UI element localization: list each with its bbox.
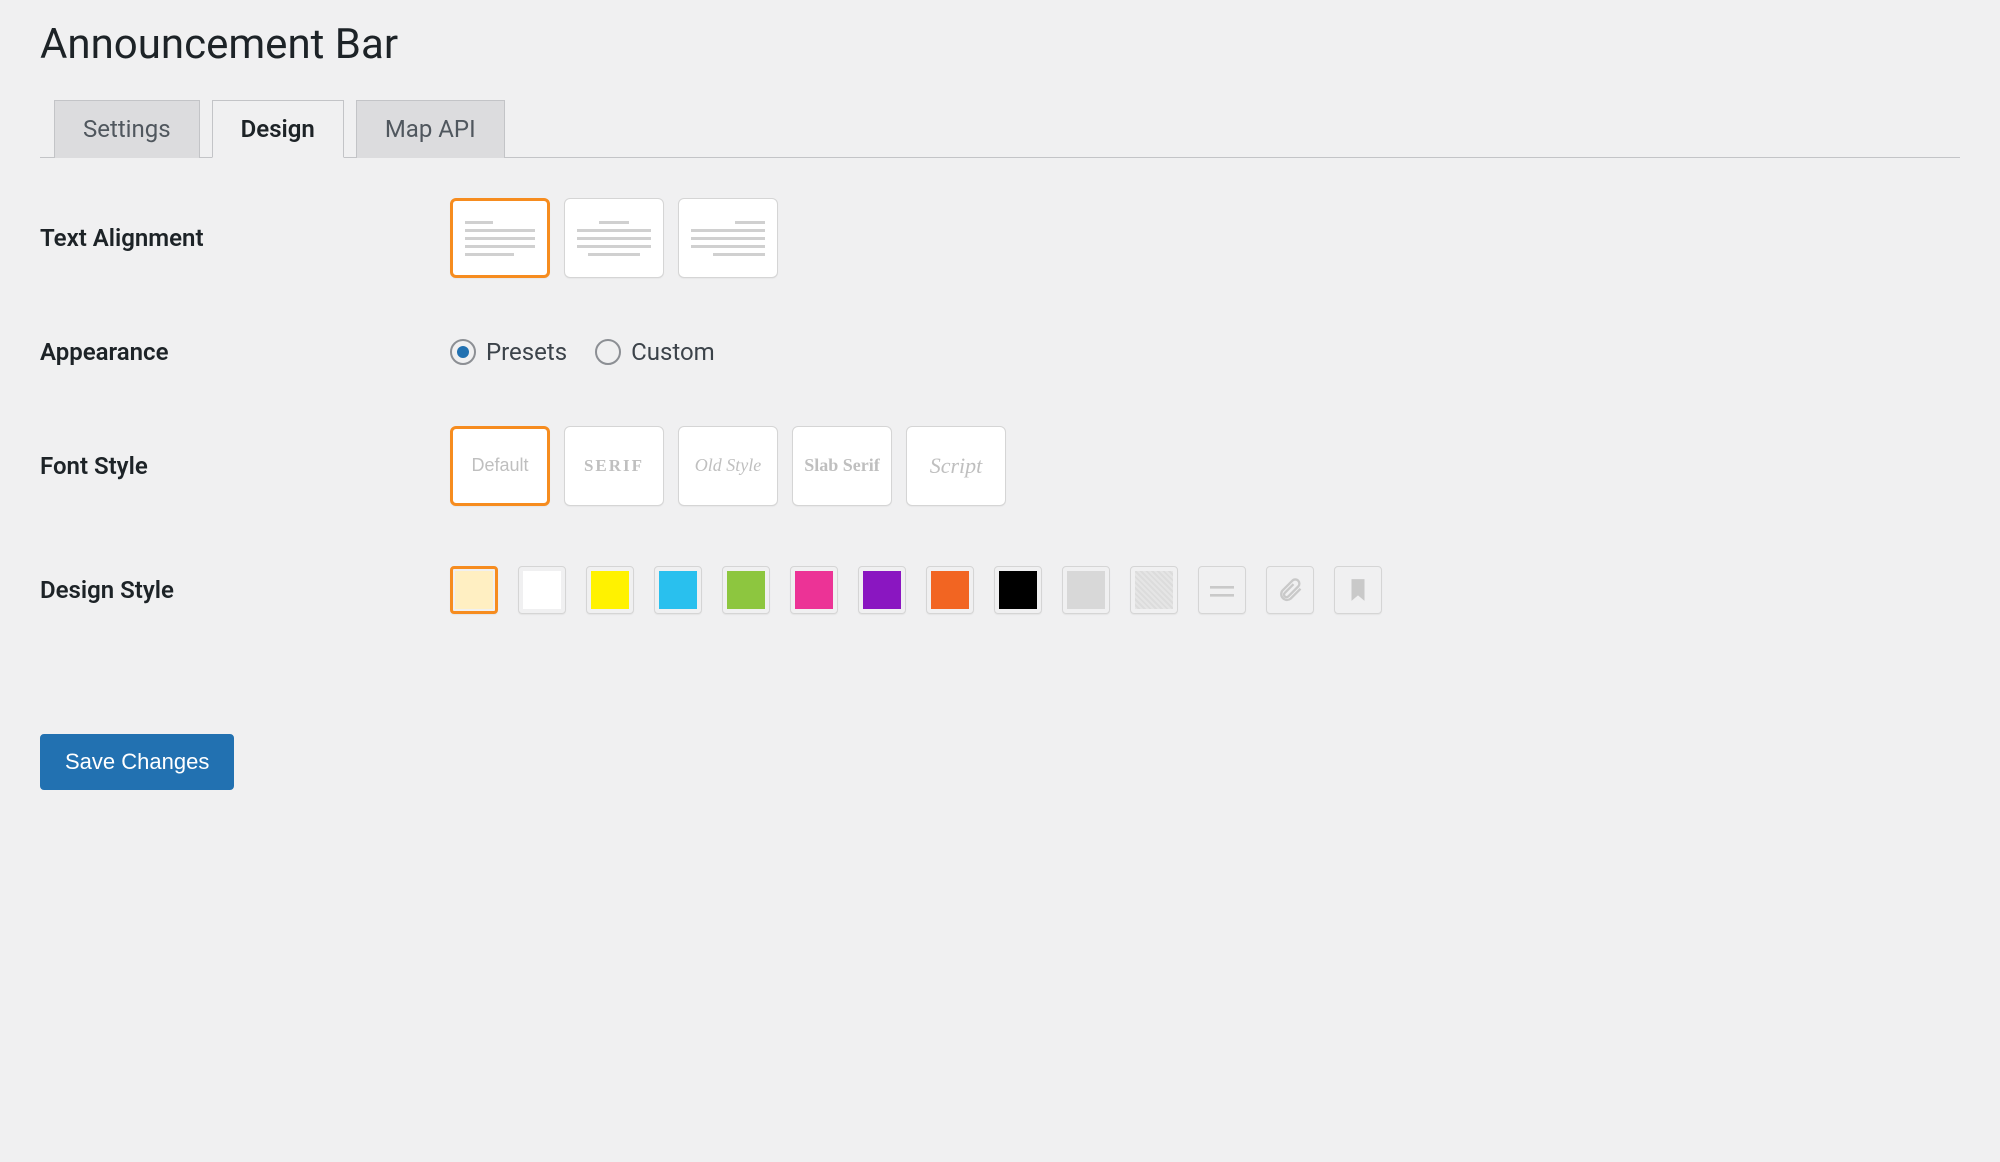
label-design-style: Design Style	[40, 576, 450, 604]
align-center-icon	[577, 221, 651, 256]
save-changes-button[interactable]: Save Changes	[40, 734, 234, 790]
swatch-white[interactable]	[518, 566, 566, 614]
font-slab-serif-option[interactable]: Slab Serif	[792, 426, 892, 506]
swatch-pink[interactable]	[790, 566, 838, 614]
swatch-noise[interactable]	[1130, 566, 1178, 614]
tabs: Settings Design Map API	[40, 99, 1960, 158]
stripe-icon	[1206, 574, 1238, 606]
font-old-style-option[interactable]: Old Style	[678, 426, 778, 506]
align-left-option[interactable]	[450, 198, 550, 278]
row-design-style: Design Style	[40, 566, 1960, 614]
tab-map-api[interactable]: Map API	[356, 100, 505, 158]
align-center-option[interactable]	[564, 198, 664, 278]
tab-design[interactable]: Design	[212, 100, 344, 158]
swatch-bookmark[interactable]	[1334, 566, 1382, 614]
page-title: Announcement Bar	[40, 20, 1960, 69]
swatch-clip[interactable]	[1266, 566, 1314, 614]
swatch-black[interactable]	[994, 566, 1042, 614]
swatch-orange[interactable]	[926, 566, 974, 614]
radio-presets-circle	[450, 339, 476, 365]
swatch-yellow[interactable]	[586, 566, 634, 614]
row-appearance: Appearance Presets Custom	[40, 338, 1960, 366]
radio-custom-circle	[595, 339, 621, 365]
font-script-option[interactable]: Script	[906, 426, 1006, 506]
swatch-stripe[interactable]	[1198, 566, 1246, 614]
tab-settings[interactable]: Settings	[54, 100, 200, 158]
font-serif-option[interactable]: SERIF	[564, 426, 664, 506]
swatch-lime[interactable]	[722, 566, 770, 614]
bookmark-icon	[1345, 577, 1371, 603]
swatch-purple[interactable]	[858, 566, 906, 614]
row-font-style: Font Style Default SERIF Old Style Slab …	[40, 426, 1960, 506]
radio-custom-label: Custom	[631, 338, 715, 366]
align-right-icon	[691, 221, 765, 256]
radio-presets[interactable]: Presets	[450, 338, 567, 366]
label-appearance: Appearance	[40, 338, 450, 366]
paperclip-icon	[1276, 576, 1304, 604]
radio-presets-label: Presets	[486, 338, 567, 366]
row-text-alignment: Text Alignment	[40, 198, 1960, 278]
label-text-alignment: Text Alignment	[40, 224, 450, 252]
radio-custom[interactable]: Custom	[595, 338, 715, 366]
align-right-option[interactable]	[678, 198, 778, 278]
swatch-gray[interactable]	[1062, 566, 1110, 614]
swatch-cream[interactable]	[450, 566, 498, 614]
label-font-style: Font Style	[40, 452, 450, 480]
font-default-option[interactable]: Default	[450, 426, 550, 506]
swatch-sky[interactable]	[654, 566, 702, 614]
align-left-icon	[465, 221, 535, 256]
